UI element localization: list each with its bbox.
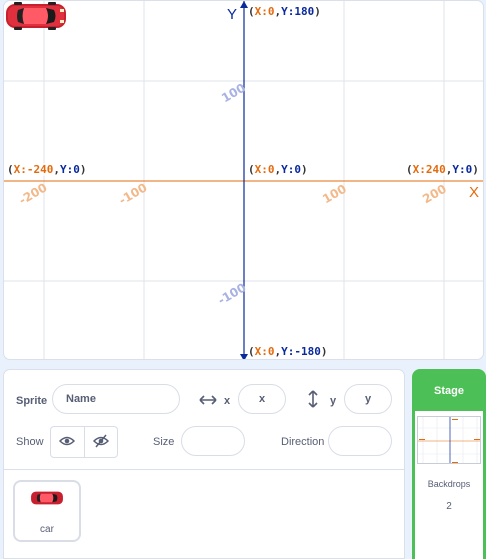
coord-label-center: (X:0,Y:0) bbox=[248, 163, 308, 176]
size-input[interactable] bbox=[181, 426, 245, 456]
y-input[interactable]: y bbox=[344, 384, 392, 414]
y-position-icon bbox=[307, 390, 319, 411]
stage-canvas[interactable]: Y X -200 -100 100 200 100 -100 (X:0,Y:18… bbox=[3, 0, 484, 360]
sprite-tile-car[interactable]: car bbox=[13, 480, 81, 542]
x-input[interactable]: x bbox=[238, 384, 286, 414]
hide-sprite-button[interactable] bbox=[83, 427, 118, 457]
coord-label-top: (X:0,Y:180) bbox=[248, 5, 321, 18]
sprite-tile-name: car bbox=[40, 524, 54, 535]
show-toggle bbox=[50, 426, 118, 458]
backdrops-count: 2 bbox=[446, 501, 452, 512]
show-sprite-button[interactable] bbox=[51, 427, 84, 457]
direction-label: Direction bbox=[281, 436, 325, 448]
x-axis-label: X bbox=[469, 184, 480, 201]
x-label: x bbox=[224, 395, 231, 407]
sprite-label: Sprite bbox=[16, 395, 48, 407]
coord-label-left: (X:-240,Y:0) bbox=[7, 163, 87, 176]
stage-selector-title: Stage bbox=[434, 385, 464, 397]
coord-label-right: (X:240,Y:0) bbox=[406, 163, 479, 176]
x-position-icon bbox=[199, 394, 217, 409]
y-label: y bbox=[330, 395, 337, 407]
backdrop-thumbnail[interactable] bbox=[417, 416, 481, 464]
stage-grid bbox=[4, 1, 483, 359]
sprite-info-panel: Sprite Name x x y y Show Size Direction bbox=[3, 369, 405, 470]
sprite-list: car bbox=[3, 470, 405, 559]
eye-icon bbox=[59, 435, 76, 450]
car-sprite[interactable] bbox=[4, 1, 68, 31]
coord-label-bottom: (X:0,Y:-180) bbox=[248, 345, 328, 358]
size-label: Size bbox=[153, 436, 175, 448]
show-label: Show bbox=[16, 436, 44, 448]
car-icon bbox=[30, 490, 64, 511]
y-axis-label: Y bbox=[227, 6, 238, 23]
backdrops-label: Backdrops bbox=[427, 479, 471, 489]
direction-input[interactable] bbox=[328, 426, 392, 456]
sprite-name-input[interactable]: Name bbox=[52, 384, 180, 414]
stage-selector-body: Backdrops 2 bbox=[415, 411, 483, 559]
stage-selector[interactable]: Stage Backdrops 2 bbox=[412, 369, 486, 559]
eye-slash-icon bbox=[92, 434, 109, 451]
